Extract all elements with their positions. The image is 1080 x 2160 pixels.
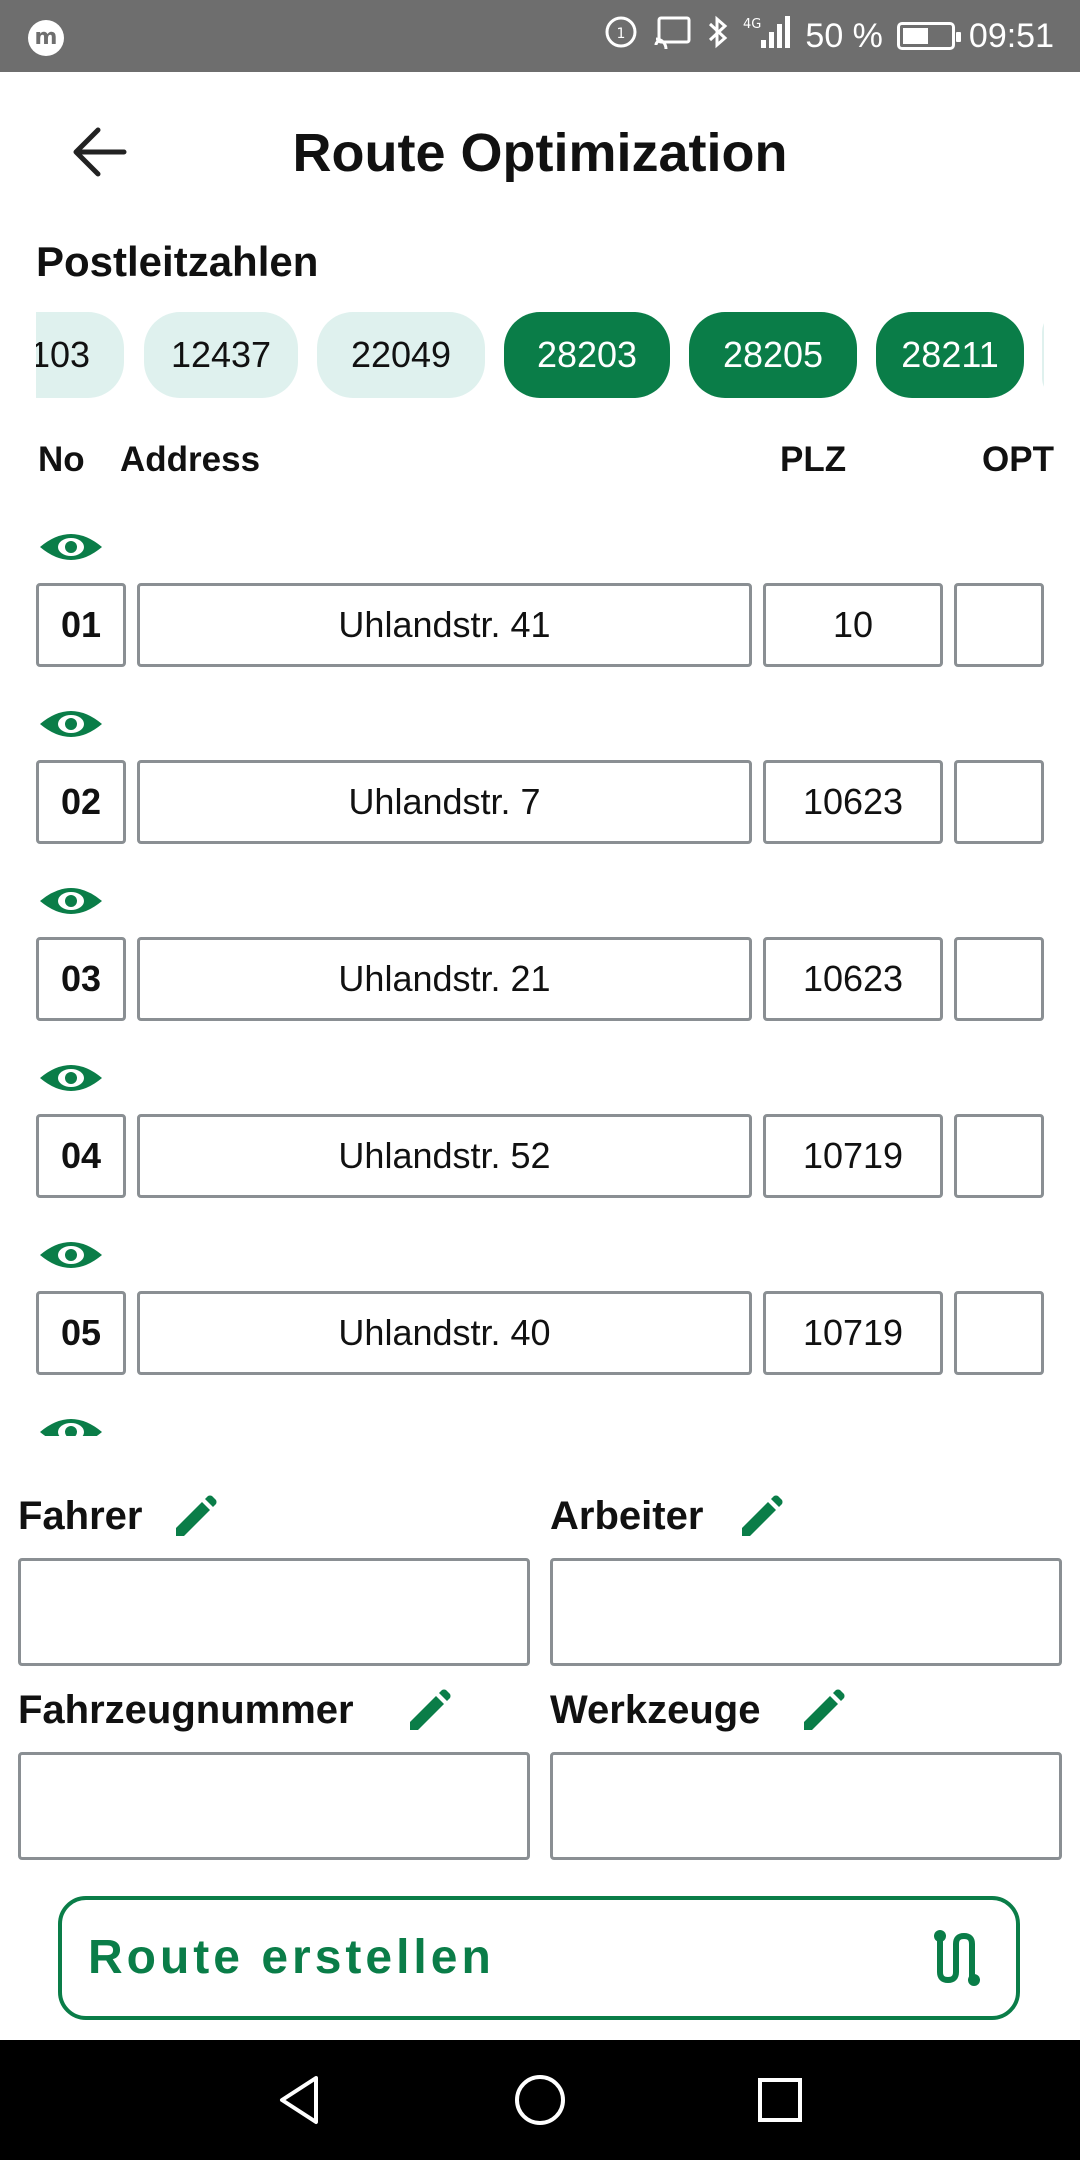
opt-field[interactable] bbox=[954, 583, 1044, 667]
werkzeuge-label: Werkzeuge bbox=[550, 1688, 761, 1732]
eye-icon[interactable] bbox=[38, 1058, 104, 1098]
list-scroll-clip bbox=[38, 1412, 104, 1436]
column-header-address: Address bbox=[120, 440, 261, 479]
status-bar: m 1 4G 50 % 09:51 bbox=[0, 0, 1080, 72]
battery-percent: 50 % bbox=[805, 16, 883, 55]
page-title: Route Optimization bbox=[292, 123, 788, 183]
status-icons: 1 4G 50 % 09:51 bbox=[603, 0, 1054, 72]
row-number: 03 bbox=[36, 937, 126, 1021]
eye-icon[interactable] bbox=[38, 527, 104, 567]
fahrzeugnummer-label: Fahrzeugnummer bbox=[18, 1688, 354, 1732]
plz-field[interactable]: 10623 bbox=[763, 937, 943, 1021]
pencil-icon[interactable] bbox=[736, 1494, 784, 1542]
postcode-chip-selected[interactable]: 28205 bbox=[689, 312, 857, 398]
pencil-icon[interactable] bbox=[798, 1688, 846, 1736]
svg-text:4G: 4G bbox=[743, 17, 761, 32]
create-route-label: Route erstellen bbox=[88, 1931, 495, 1984]
system-nav-bar bbox=[0, 2040, 1080, 2160]
opt-field[interactable] bbox=[954, 1291, 1044, 1375]
app-header: Route Optimization bbox=[0, 72, 1080, 242]
eye-icon[interactable] bbox=[38, 1412, 104, 1436]
eye-icon[interactable] bbox=[38, 881, 104, 921]
row-number: 02 bbox=[36, 760, 126, 844]
data-saver-icon: 1 bbox=[603, 14, 639, 59]
address-field[interactable]: Uhlandstr. 7 bbox=[137, 760, 752, 844]
eye-icon[interactable] bbox=[38, 1235, 104, 1275]
column-header-opt: OPT bbox=[982, 440, 1054, 479]
opt-field[interactable] bbox=[954, 937, 1044, 1021]
back-triangle-icon[interactable] bbox=[270, 2070, 330, 2130]
arbeiter-label: Arbeiter bbox=[550, 1494, 704, 1538]
postcode-chip-list[interactable]: 103 12437 22049 28203 28205 28211 bbox=[36, 312, 1044, 400]
app-notification-icon: m bbox=[28, 20, 64, 56]
create-route-button[interactable]: Route erstellen bbox=[58, 1896, 1020, 2020]
pencil-icon[interactable] bbox=[170, 1494, 218, 1542]
postcode-chip[interactable]: 103 bbox=[36, 312, 124, 398]
address-field[interactable]: Uhlandstr. 40 bbox=[137, 1291, 752, 1375]
postcode-chip-partial[interactable] bbox=[1042, 312, 1044, 398]
plz-field[interactable]: 10623 bbox=[763, 760, 943, 844]
plz-field[interactable]: 10719 bbox=[763, 1291, 943, 1375]
pencil-icon[interactable] bbox=[404, 1688, 452, 1736]
arbeiter-input[interactable] bbox=[550, 1558, 1062, 1666]
eye-icon[interactable] bbox=[38, 704, 104, 744]
fahrer-input[interactable] bbox=[18, 1558, 530, 1666]
postcodes-title: Postleitzahlen bbox=[36, 238, 319, 285]
clock-time: 09:51 bbox=[968, 16, 1054, 55]
plz-field[interactable]: 10 bbox=[763, 583, 943, 667]
svg-text:1: 1 bbox=[617, 26, 626, 42]
fahrer-label: Fahrer bbox=[18, 1494, 143, 1538]
row-number: 04 bbox=[36, 1114, 126, 1198]
postcode-chip[interactable]: 12437 bbox=[144, 312, 298, 398]
opt-field[interactable] bbox=[954, 1114, 1044, 1198]
cast-icon bbox=[653, 15, 693, 58]
address-field[interactable]: Uhlandstr. 52 bbox=[137, 1114, 752, 1198]
row-number: 05 bbox=[36, 1291, 126, 1375]
opt-field[interactable] bbox=[954, 760, 1044, 844]
column-header-no: No bbox=[38, 440, 85, 479]
postcode-chip[interactable]: 22049 bbox=[317, 312, 485, 398]
row-number: 01 bbox=[36, 583, 126, 667]
fahrzeugnummer-input[interactable] bbox=[18, 1752, 530, 1860]
route-icon bbox=[934, 1930, 980, 1986]
bluetooth-icon bbox=[707, 14, 729, 59]
column-header-plz: PLZ bbox=[780, 440, 847, 479]
recents-square-icon[interactable] bbox=[750, 2070, 810, 2130]
signal-icon: 4G bbox=[743, 14, 791, 59]
plz-field[interactable]: 10719 bbox=[763, 1114, 943, 1198]
werkzeuge-input[interactable] bbox=[550, 1752, 1062, 1860]
postcode-chip-selected[interactable]: 28203 bbox=[504, 312, 670, 398]
address-field[interactable]: Uhlandstr. 21 bbox=[137, 937, 752, 1021]
home-circle-icon[interactable] bbox=[510, 2070, 570, 2130]
address-field[interactable]: Uhlandstr. 41 bbox=[137, 583, 752, 667]
postcode-chip-selected[interactable]: 28211 bbox=[876, 312, 1024, 398]
battery-icon bbox=[896, 22, 961, 50]
